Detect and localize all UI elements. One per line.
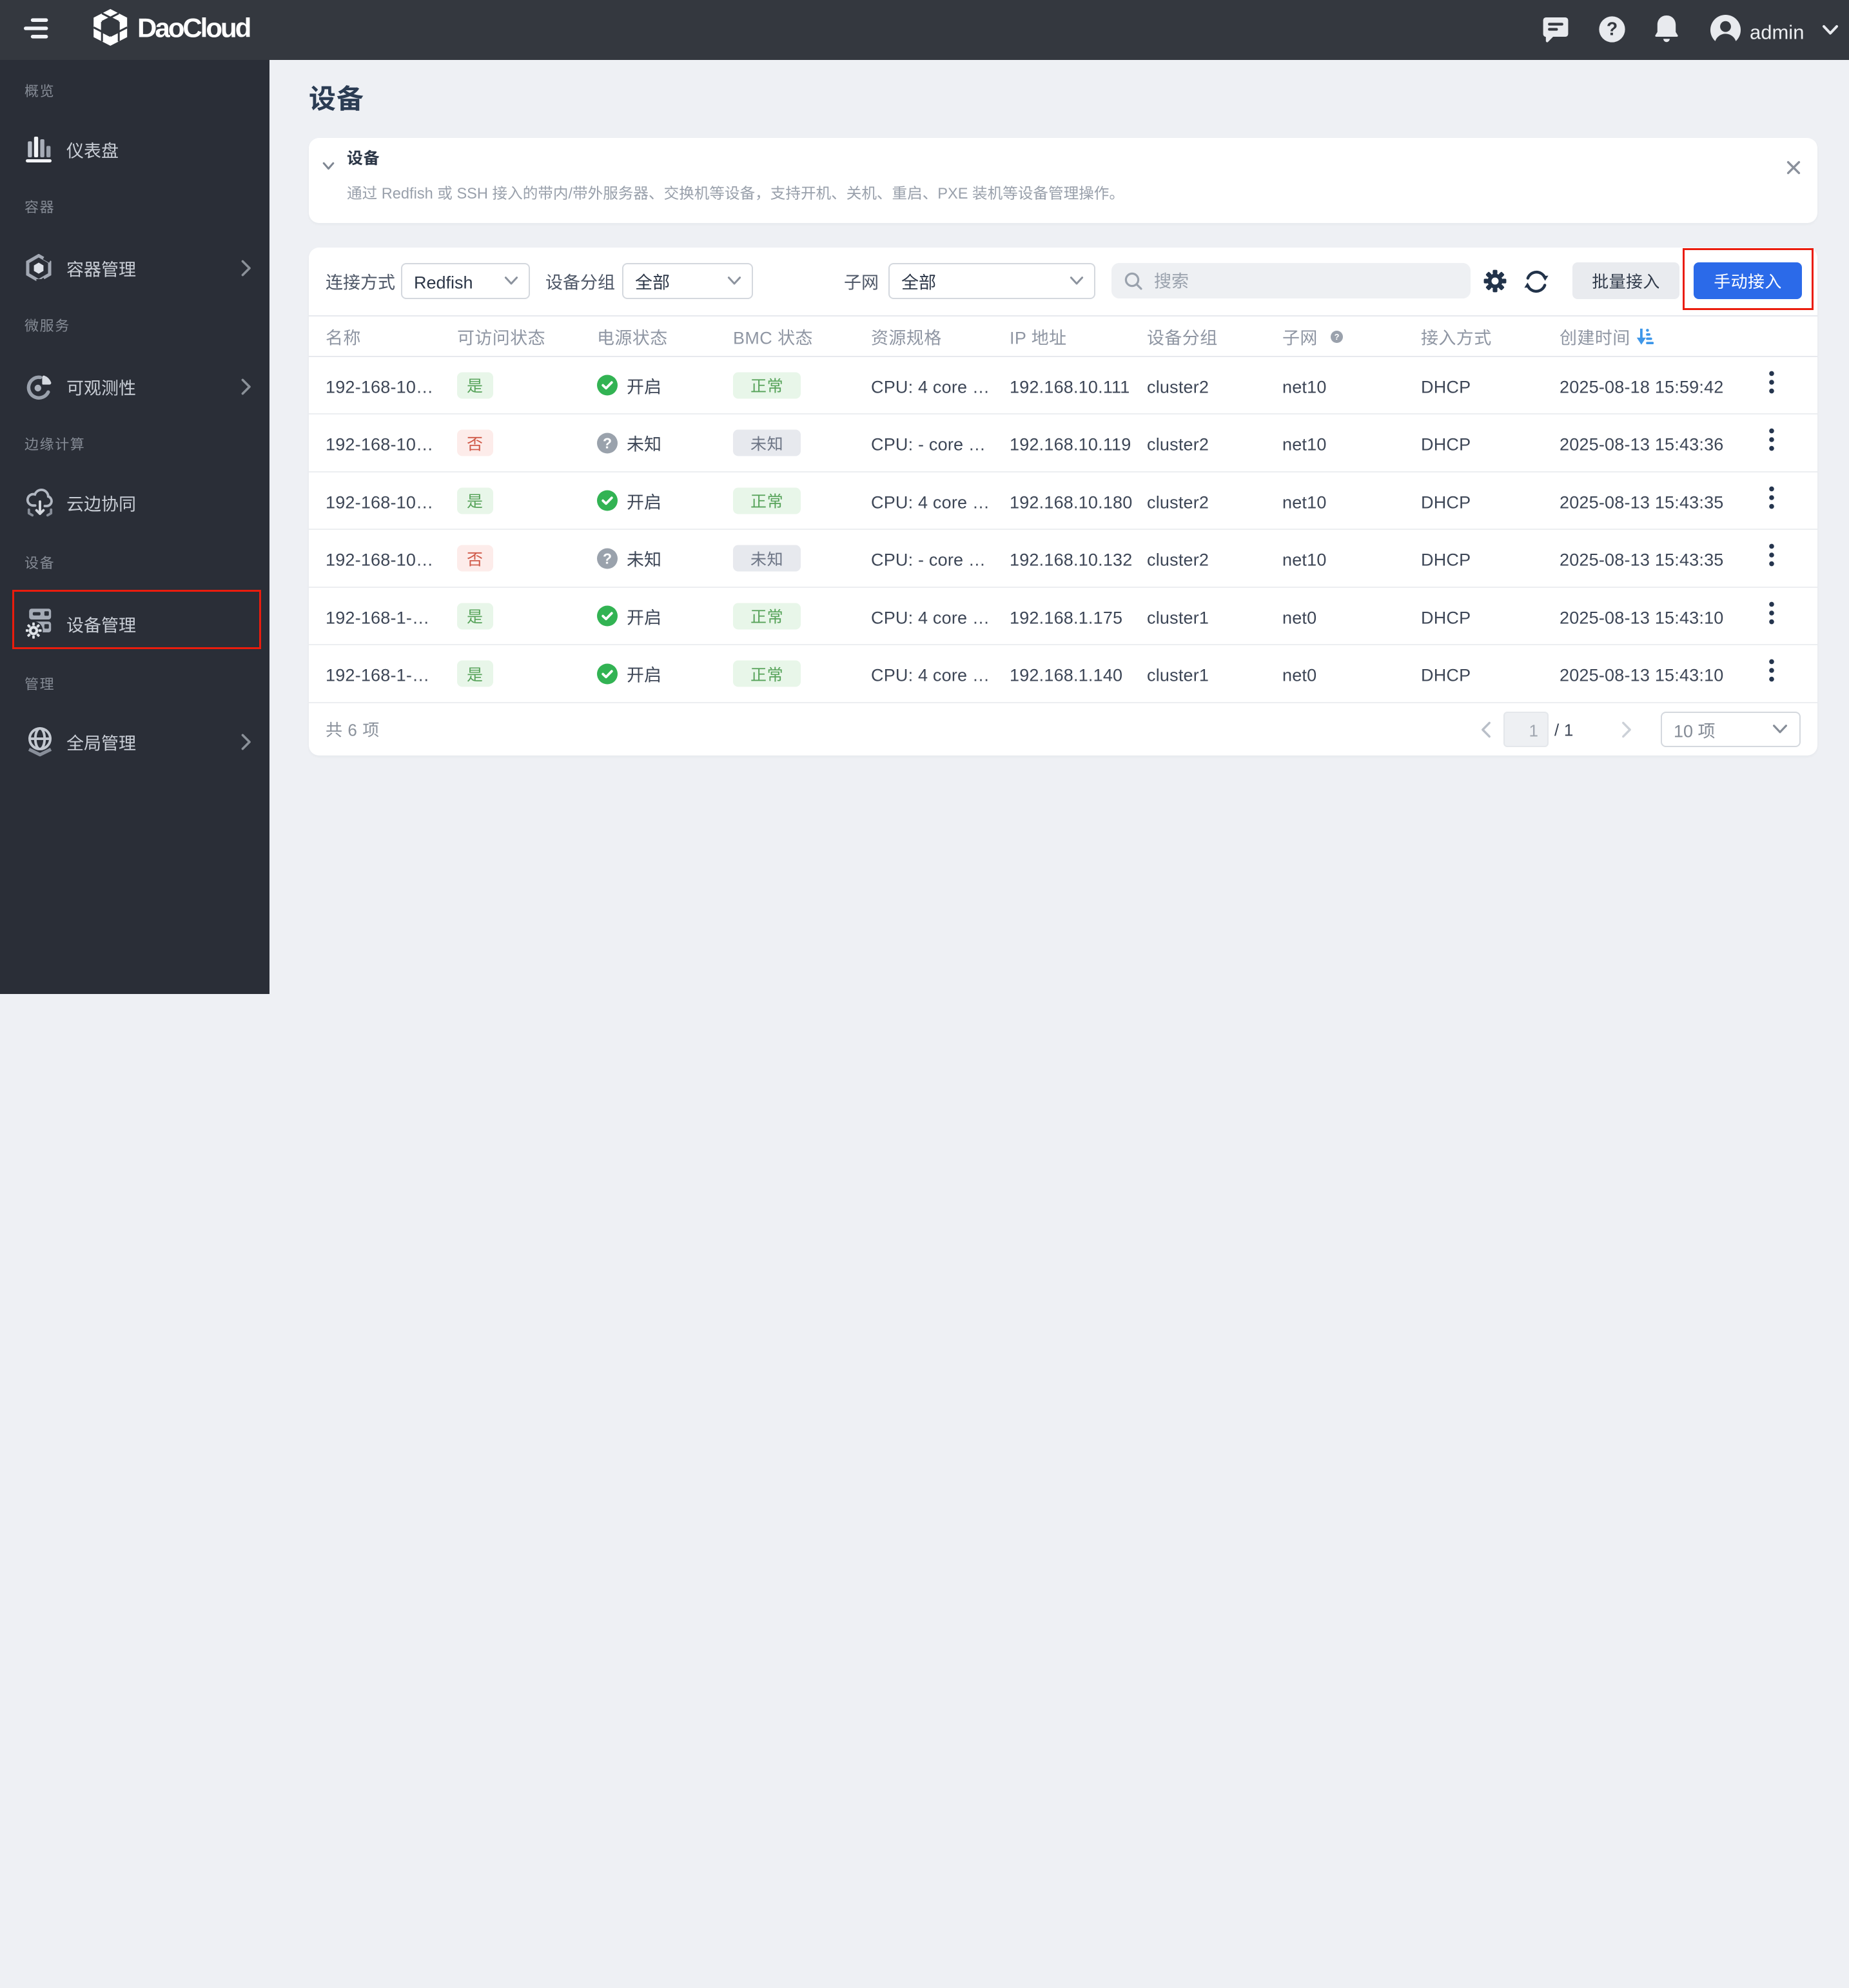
svg-text:?: ? <box>1607 19 1618 39</box>
svg-text:?: ? <box>1335 332 1340 342</box>
svg-text:?: ? <box>603 434 612 451</box>
svg-text:?: ? <box>603 550 612 567</box>
